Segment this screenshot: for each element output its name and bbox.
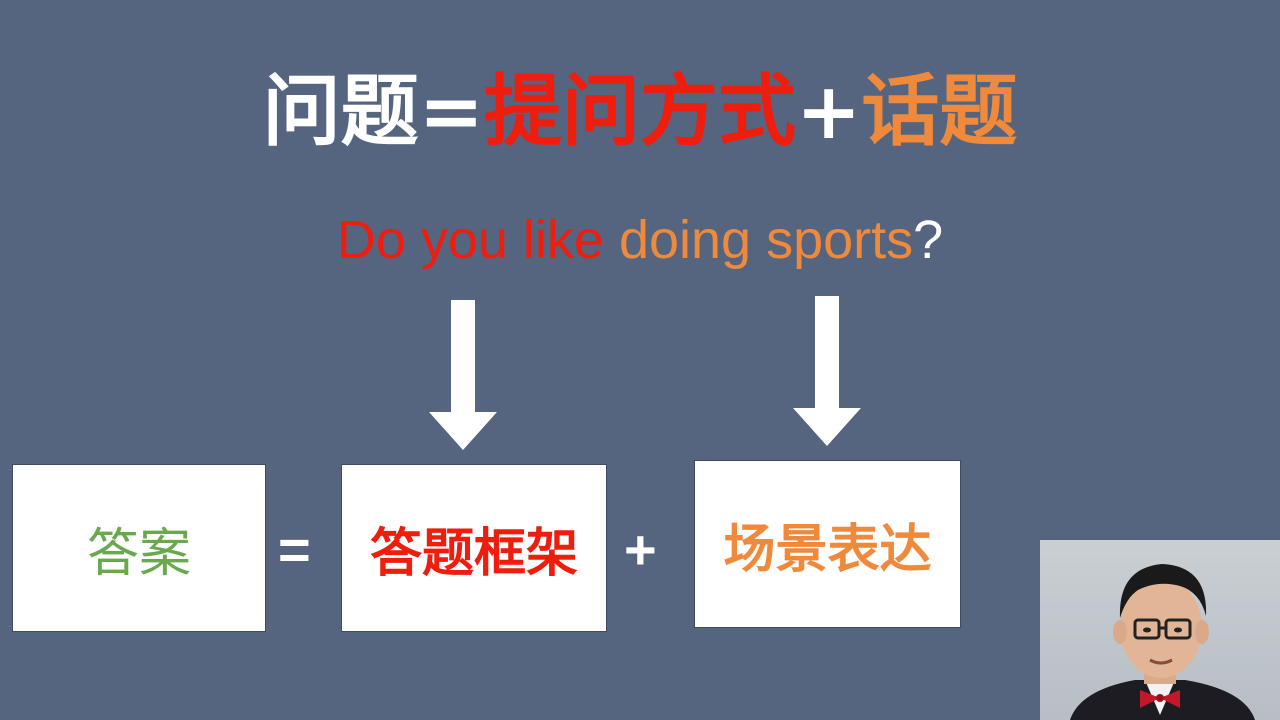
example-sentence: Do you like doing sports? — [0, 205, 1280, 275]
down-arrow-icon — [793, 296, 861, 446]
answer-framework-box: 答题框架 — [341, 464, 607, 632]
sentence-topic: doing sports — [618, 210, 914, 270]
answer-label: 答案 — [86, 523, 191, 584]
scene-expression-box: 场景表达 — [694, 460, 961, 628]
plus-sign: + — [624, 518, 657, 581]
answer-box: 答案 — [12, 464, 266, 632]
down-arrow-icon — [429, 300, 497, 450]
sentence-question-form: Do you like — [336, 210, 619, 270]
slide-title: 问题=提问方式+话题 — [0, 62, 1280, 162]
title-topic: 话题 — [861, 66, 1018, 157]
presenter-webcam — [1040, 540, 1280, 720]
presenter-avatar — [1070, 564, 1255, 720]
scene-expression-label: 场景表达 — [723, 518, 932, 580]
equals-sign: = — [278, 518, 311, 581]
sentence-question-mark: ? — [913, 210, 944, 270]
answer-framework-label: 答题框架 — [369, 522, 578, 584]
title-ask-method: 提问方式 — [483, 66, 796, 157]
title-question-equals: 问题= — [262, 66, 484, 157]
title-plus: + — [796, 66, 862, 157]
